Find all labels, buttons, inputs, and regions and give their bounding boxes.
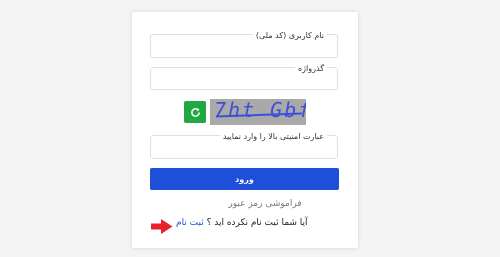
refresh-icon [190,107,200,117]
refresh-captcha-button[interactable] [184,101,206,123]
register-prompt: آیا شما ثبت نام نکرده اید ؟ ثبت نام [176,218,312,228]
login-button-label: ورود [235,174,254,184]
login-button[interactable]: ورود [150,168,339,190]
register-link[interactable]: ثبت نام [176,218,204,228]
username-field[interactable]: نام کاربری (کد ملی) [150,31,338,58]
forgot-password-link[interactable]: فراموشی رمز عبور [225,199,305,209]
password-label: گذرواژه [294,64,327,74]
right-arrow-icon [151,219,173,234]
captcha-answer-label: عبارت امنیتی بالا را وارد نمایید [219,132,327,142]
captcha-text: 7ht Gbf [214,99,306,122]
captcha-image: 7ht Gbf [210,99,306,125]
register-question: آیا شما ثبت نام نکرده اید ؟ [203,218,308,228]
captcha-answer-field[interactable]: عبارت امنیتی بالا را وارد نمایید [150,132,338,159]
username-label: نام کاربری (کد ملی) [252,31,327,41]
password-field[interactable]: گذرواژه [150,64,338,90]
